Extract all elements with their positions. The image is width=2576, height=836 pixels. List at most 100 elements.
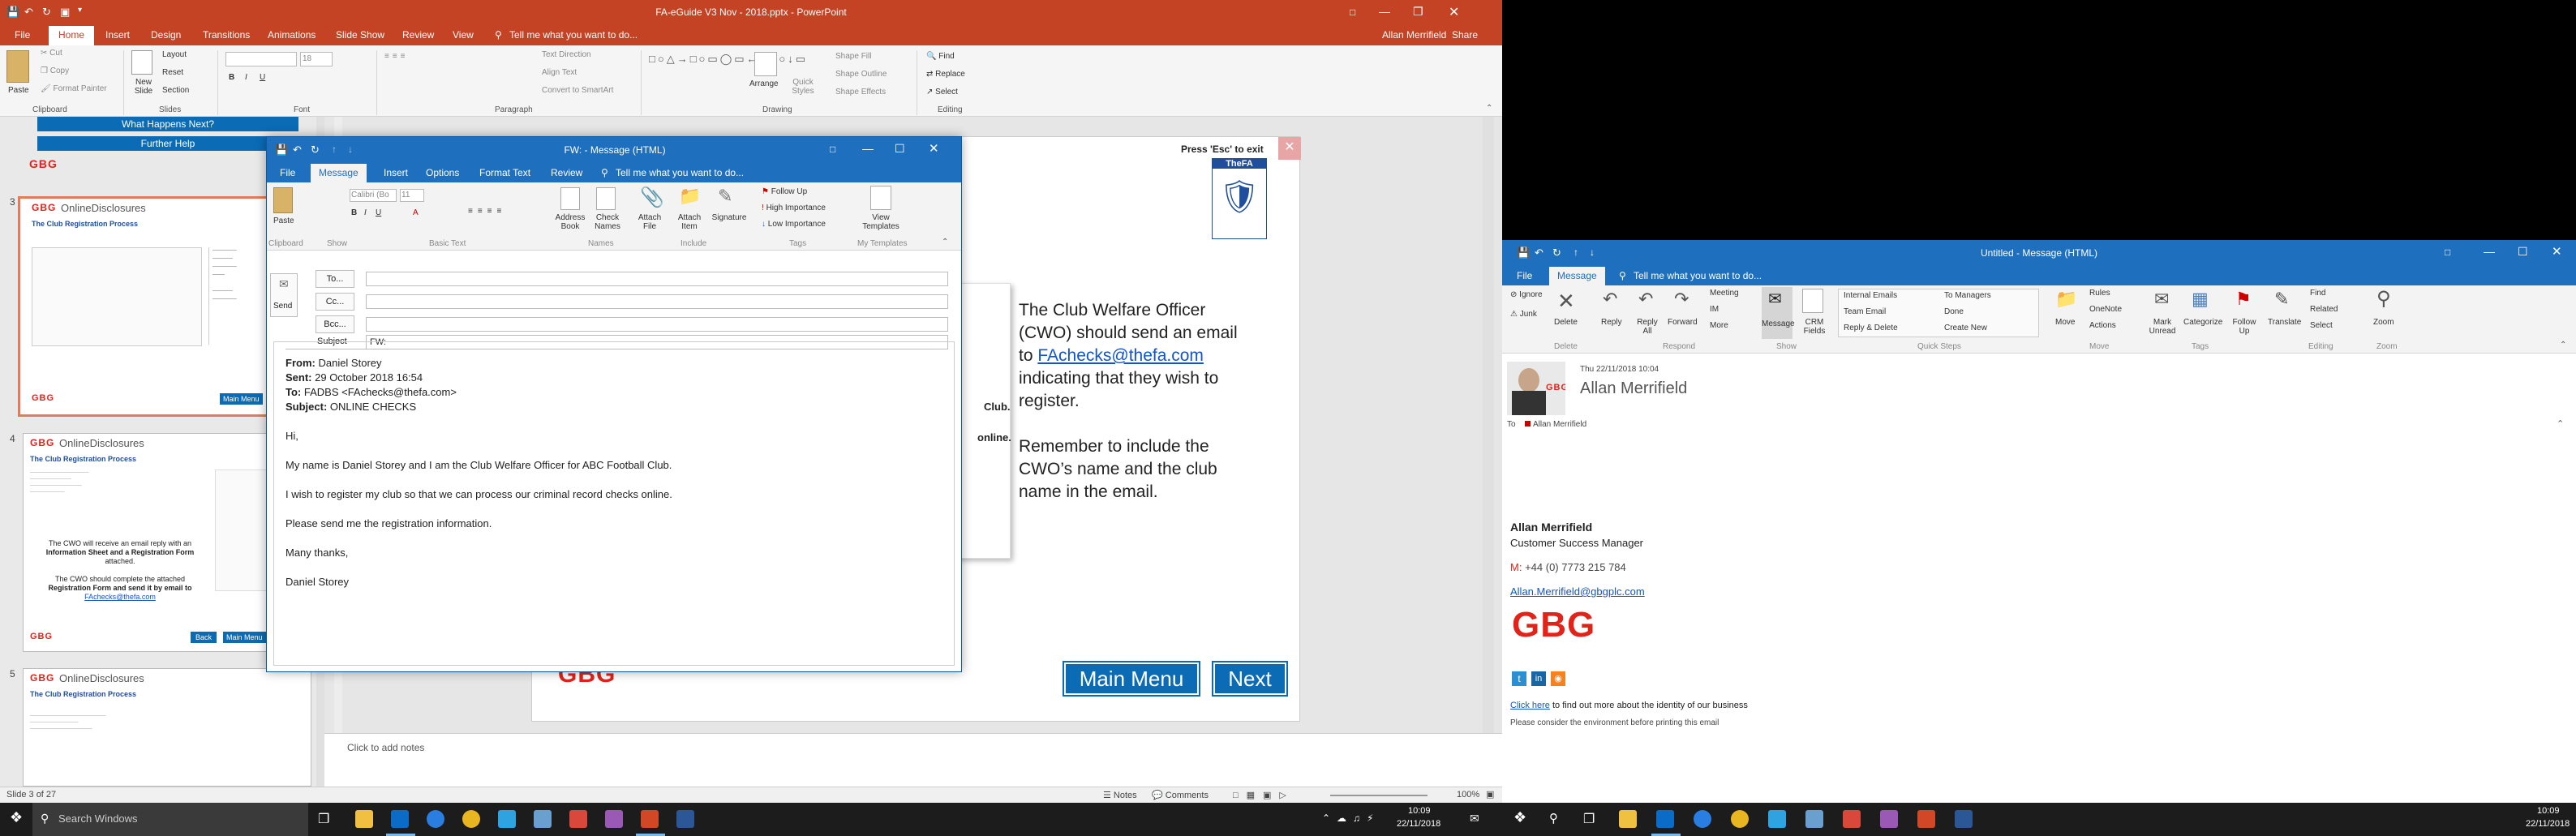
forward-button[interactable]: Forward — [1668, 318, 1698, 327]
rules-button[interactable]: Rules — [2089, 289, 2110, 298]
onenote-button[interactable]: OneNote — [2089, 305, 2122, 314]
edge-icon[interactable] — [427, 810, 444, 828]
word-icon[interactable] — [676, 810, 694, 828]
qs-create-new[interactable]: Create New — [1944, 324, 1987, 332]
bold-button[interactable]: B — [229, 73, 234, 82]
app-icon[interactable] — [1805, 810, 1823, 828]
paste-button[interactable]: Paste — [8, 86, 29, 95]
attach-item-button[interactable]: Attach Item — [672, 213, 706, 231]
send-button[interactable]: ✉ Send — [270, 273, 298, 317]
copy-button[interactable]: ❐ Copy — [41, 66, 69, 75]
signature-button[interactable]: Signature — [710, 213, 749, 222]
zoom-button[interactable]: Zoom — [2373, 318, 2394, 327]
tab-slide-show[interactable]: Slide Show — [336, 29, 384, 41]
cc-button[interactable]: Cc... — [316, 293, 354, 311]
forward-icon[interactable]: ↷ — [1674, 289, 1689, 310]
layout-button[interactable]: Layout — [162, 50, 187, 59]
fit-slide-icon[interactable]: ▣ — [1486, 789, 1494, 800]
font-color-button[interactable]: A — [413, 208, 419, 217]
action-center-icon[interactable]: ✉ — [1470, 812, 1479, 825]
view-templates-icon[interactable] — [870, 186, 891, 210]
follow-up-flag-icon[interactable]: ⚑ — [2235, 289, 2252, 310]
arrange-button[interactable]: Arrange — [749, 79, 779, 88]
reply-all-button[interactable]: Reply All — [1635, 318, 1659, 336]
convert-smartart-button[interactable]: Convert to SmartArt — [542, 86, 613, 95]
message-button[interactable]: ✉ Message — [1762, 287, 1795, 339]
app-icon[interactable] — [569, 810, 587, 828]
next-button[interactable]: Next — [1213, 662, 1286, 695]
new-slide-icon[interactable] — [131, 50, 152, 75]
ribbon-display-icon[interactable]: □ — [2445, 247, 2450, 258]
reader-maximize[interactable]: ☐ — [2518, 245, 2528, 259]
paste-icon[interactable] — [6, 50, 29, 83]
compose-paste[interactable]: Paste — [273, 217, 294, 225]
windows-start-icon[interactable]: ❖ — [10, 809, 23, 826]
twitter-icon[interactable]: t — [1512, 671, 1526, 686]
shape-fill-button[interactable]: Shape Fill — [835, 52, 871, 61]
tab-animations[interactable]: Animations — [268, 29, 316, 41]
to-recipient[interactable]: Allan Merrifield — [1525, 420, 1586, 429]
collapse-ribbon-icon[interactable]: ⌃ — [2560, 341, 2566, 349]
qs-internal-emails[interactable]: Internal Emails — [1844, 291, 1897, 300]
font-name-box[interactable]: Calibri (Bo — [350, 189, 397, 202]
reader-select-button[interactable]: Select — [2310, 321, 2333, 330]
ribbon-display-icon[interactable]: □ — [830, 144, 835, 155]
find-button[interactable]: 🔍 Find — [926, 52, 955, 61]
reset-button[interactable]: Reset — [162, 68, 183, 77]
text-direction-button[interactable]: Text Direction — [542, 50, 591, 59]
qs-to-managers[interactable]: To Managers — [1944, 291, 1991, 300]
reader-tell-me[interactable]: Tell me what you want to do... — [1634, 270, 1762, 281]
notes-pane[interactable]: Click to add notes — [324, 733, 1502, 787]
compose-maximize[interactable]: ☐ — [895, 142, 905, 156]
view-buttons[interactable]: □▦▣▷ — [1233, 790, 1294, 800]
linkedin-icon[interactable]: in — [1531, 671, 1546, 686]
ppt-ribbon-display-icon[interactable]: □ — [1350, 6, 1355, 18]
align-text-button[interactable]: Align Text — [542, 68, 577, 77]
compose-tab-message[interactable]: Message — [311, 164, 367, 182]
reader-close[interactable]: ✕ — [2552, 244, 2562, 259]
compose-tab-review[interactable]: Review — [551, 167, 582, 178]
font-size-box[interactable]: 11 — [400, 189, 424, 202]
powerpoint-icon[interactable] — [641, 810, 659, 828]
compose-body[interactable]: From: Daniel Storey Sent: 29 October 201… — [273, 341, 955, 666]
compose-tell-me[interactable]: Tell me what you want to do... — [616, 167, 744, 178]
clock-date[interactable]: 22/11/2018 — [2526, 819, 2570, 829]
italic-button[interactable]: I — [364, 208, 367, 217]
paste-icon[interactable] — [273, 187, 293, 213]
clock-date[interactable]: 22/11/2018 — [1397, 819, 1440, 829]
slide-exit-icon[interactable]: ✕ — [1278, 137, 1301, 160]
im-button[interactable]: IM — [1710, 305, 1719, 314]
reader-find-button[interactable]: Find — [2310, 289, 2325, 298]
crm-fields-button[interactable]: CRM Fields — [1801, 318, 1828, 336]
compose-tab-file[interactable]: File — [280, 167, 295, 178]
slide-thumbnail-5[interactable]: GBG OnlineDisclosures The Club Registrat… — [23, 668, 311, 787]
to-field[interactable] — [366, 272, 948, 286]
tab-view[interactable]: View — [453, 29, 474, 41]
attach-item-icon[interactable]: 📁 — [679, 186, 701, 207]
move-icon[interactable]: 📁 — [2055, 289, 2077, 310]
reader-minimize[interactable]: — — [2484, 245, 2495, 258]
main-scrollbar[interactable] — [1483, 117, 1494, 733]
skype-icon[interactable] — [498, 810, 516, 828]
reply-all-icon[interactable]: ↶ — [1638, 289, 1653, 310]
file-explorer-icon[interactable] — [1619, 810, 1637, 828]
check-names-button[interactable]: Check Names — [590, 213, 625, 231]
ppt-user-name[interactable]: Allan Merrifield — [1382, 29, 1446, 41]
compose-tab-options[interactable]: Options — [426, 167, 459, 178]
align-buttons[interactable]: ≡≡≡≡ — [468, 207, 506, 216]
related-button[interactable]: Related — [2310, 305, 2338, 314]
mark-unread-button[interactable]: Mark Unread — [2148, 318, 2177, 336]
qs-reply-delete[interactable]: Reply & Delete — [1844, 324, 1898, 332]
format-painter-button[interactable]: 🖌 Format Painter — [41, 84, 107, 93]
ppt-close-button[interactable]: ✕ — [1449, 4, 1459, 20]
check-names-icon[interactable] — [596, 187, 616, 210]
search-icon[interactable]: ⚲ — [1549, 811, 1558, 825]
arrange-icon[interactable] — [754, 52, 777, 76]
app-icon[interactable] — [534, 810, 552, 828]
share-button[interactable]: Share — [1452, 29, 1478, 41]
shapes-gallery[interactable]: □○△→□○▭◯▭←△□○↓▭ — [649, 52, 805, 97]
cut-button[interactable]: ✂ Cut — [41, 49, 62, 58]
new-slide-button[interactable]: New Slide — [130, 78, 157, 96]
file-explorer-icon[interactable] — [355, 810, 373, 828]
collapse-ribbon-icon[interactable]: ⌃ — [942, 238, 948, 247]
